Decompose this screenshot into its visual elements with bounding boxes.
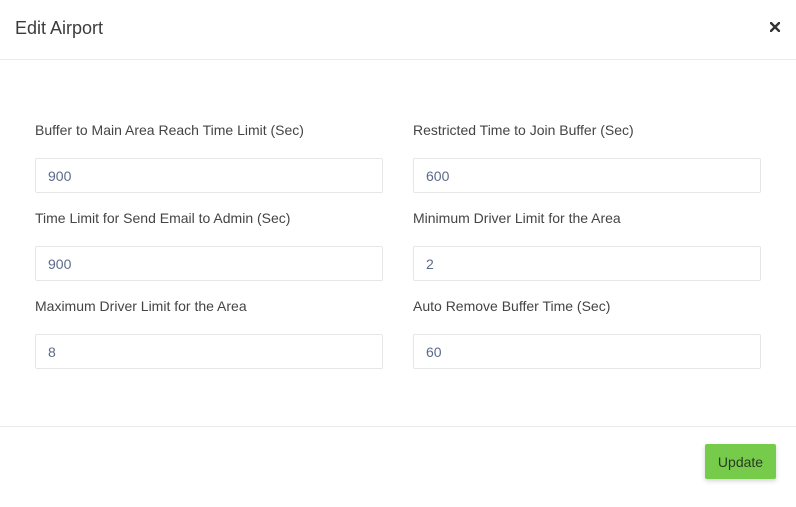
close-icon <box>770 22 780 32</box>
field-label: Buffer to Main Area Reach Time Limit (Se… <box>35 122 304 138</box>
max-driver-limit-input[interactable] <box>35 334 383 369</box>
email-admin-time-limit-input[interactable] <box>35 246 383 281</box>
field-label: Time Limit for Send Email to Admin (Sec) <box>35 210 291 226</box>
field-buffer-reach-time-limit: Buffer to Main Area Reach Time Limit (Se… <box>35 120 383 193</box>
field-label: Auto Remove Buffer Time (Sec) <box>413 298 611 314</box>
restricted-join-time-input[interactable] <box>413 158 761 193</box>
field-min-driver-limit: Minimum Driver Limit for the Area <box>413 208 761 281</box>
field-email-admin-time-limit: Time Limit for Send Email to Admin (Sec) <box>35 208 383 281</box>
min-driver-limit-input[interactable] <box>413 246 761 281</box>
field-label: Maximum Driver Limit for the Area <box>35 298 247 314</box>
modal-footer: Update <box>0 426 796 507</box>
field-restricted-join-time: Restricted Time to Join Buffer (Sec) <box>413 120 761 193</box>
auto-remove-buffer-time-input[interactable] <box>413 334 761 369</box>
modal-header: Edit Airport <box>0 0 796 60</box>
field-label: Minimum Driver Limit for the Area <box>413 210 621 226</box>
buffer-reach-time-limit-input[interactable] <box>35 158 383 193</box>
close-button[interactable] <box>766 17 784 37</box>
field-max-driver-limit: Maximum Driver Limit for the Area <box>35 296 383 369</box>
field-label: Restricted Time to Join Buffer (Sec) <box>413 122 634 138</box>
field-auto-remove-buffer-time: Auto Remove Buffer Time (Sec) <box>413 296 761 369</box>
update-button[interactable]: Update <box>705 444 776 479</box>
modal-title: Edit Airport <box>15 18 104 38</box>
